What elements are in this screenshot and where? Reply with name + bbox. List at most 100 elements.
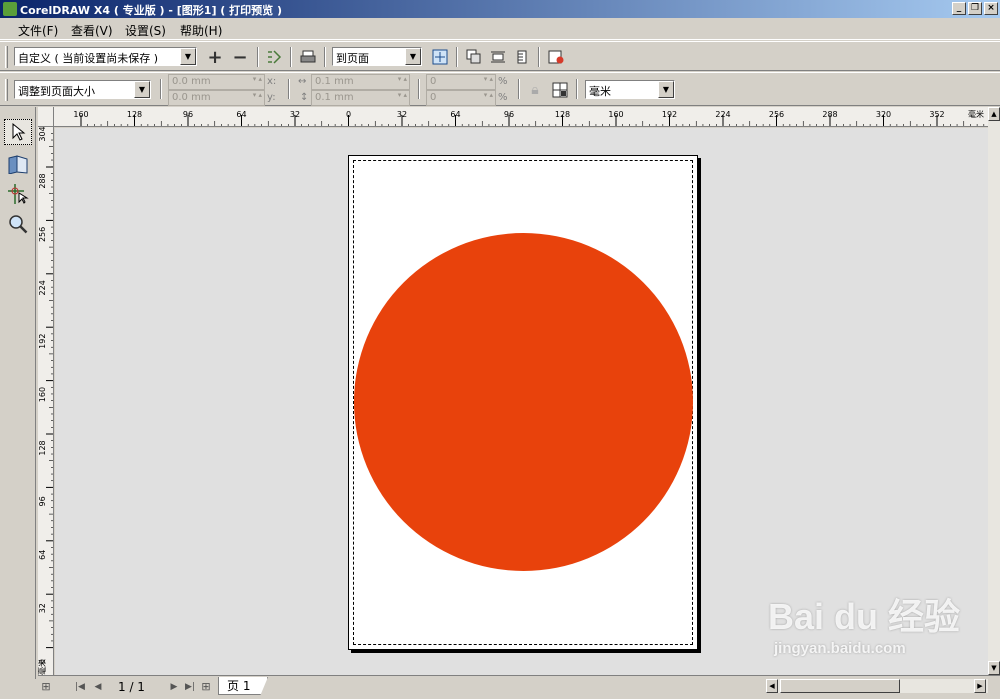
restore-button[interactable]: ❐ (968, 2, 982, 15)
separations-icon (466, 49, 481, 64)
position-x-value: 0.0 mm (172, 76, 211, 87)
magnifier-icon (9, 215, 28, 234)
last-page-button[interactable]: ▶| (184, 680, 196, 694)
horizontal-scroll-thumb[interactable] (780, 679, 900, 693)
ruler-tick-label: 288 (38, 173, 47, 188)
ruler-tick-label: 32 (38, 603, 47, 613)
add-preset-button[interactable]: + (205, 47, 225, 68)
chevron-down-icon[interactable]: ▼ (405, 48, 421, 65)
previous-page-button[interactable]: ◀ (92, 680, 104, 694)
pick-tool[interactable] (4, 119, 32, 145)
position-x-field[interactable]: 0.0 mm ▾ ▴ (168, 74, 265, 90)
size-width-value: 0.1 mm (315, 76, 354, 87)
minus-icon: − (232, 46, 248, 68)
full-screen-button[interactable] (430, 47, 450, 67)
delete-preset-button[interactable]: − (230, 46, 250, 68)
print-options-button[interactable] (264, 47, 284, 67)
scale-y-value: 0 (430, 92, 437, 103)
print-button[interactable] (298, 47, 318, 67)
toolbar-separator (576, 79, 578, 99)
ruler-tick-label: 128 (555, 110, 570, 119)
toolbar-grip[interactable] (5, 46, 8, 68)
separations-button[interactable] (464, 47, 484, 67)
last-page-icon: ▶| (185, 682, 195, 692)
chevron-down-icon[interactable]: ▼ (658, 81, 674, 98)
ruler-tick-label: 352 (929, 110, 944, 119)
page-tab-1[interactable]: 页 1 (218, 677, 268, 695)
zoom-fit-value: 到页面 (336, 52, 369, 65)
spinner-arrows-icon[interactable]: ▾ ▴ (253, 75, 262, 83)
ruler-tick-label: 304 (38, 127, 47, 142)
add-page-before-button[interactable]: ⊞ (40, 680, 52, 694)
close-button[interactable]: × (984, 2, 998, 15)
print-page[interactable] (348, 155, 698, 650)
print-options-icon (268, 50, 282, 64)
scroll-down-button[interactable]: ▼ (988, 661, 1000, 675)
imposition-layout-tool[interactable] (4, 151, 32, 177)
ruler-tick-label: 256 (769, 110, 784, 119)
horizontal-ruler[interactable]: 160 128 96 64 32 0 32 64 96 128 160 192 224 256 288 320… (54, 107, 988, 127)
ruler-tick-label: 64 (38, 550, 47, 560)
tile-icon (552, 82, 568, 98)
chevron-down-icon[interactable]: ▼ (180, 48, 196, 65)
lock-ratio-button[interactable]: 🔒︎ (525, 80, 545, 100)
toolbar-separator (324, 47, 326, 67)
vertical-scrollbar[interactable]: ▲ ▼ (988, 107, 1000, 675)
scale-x-field[interactable]: 0 ▾ ▴ (426, 74, 496, 90)
menu-view[interactable]: 查看(V) (71, 22, 113, 39)
scroll-right-button[interactable]: ▶ (974, 679, 986, 693)
toolbar-grip[interactable] (5, 79, 8, 101)
spinner-arrows-icon[interactable]: ▾ ▴ (398, 91, 407, 99)
spinner-arrows-icon[interactable]: ▾ ▴ (398, 75, 407, 83)
spinner-arrows-icon[interactable]: ▾ ▴ (484, 91, 493, 99)
print-preset-select[interactable]: 自定义 ( 当前设置尚未保存 ) ▼ (14, 47, 197, 66)
zoom-tool[interactable] (4, 211, 32, 237)
minimize-button[interactable]: _ (952, 2, 966, 15)
pointer-arrow-icon (12, 122, 26, 141)
zoom-fit-select[interactable]: 到页面 ▼ (332, 47, 422, 66)
red-circle-shape[interactable] (354, 233, 693, 571)
scroll-left-button[interactable]: ◀ (766, 679, 778, 693)
ruler-tick-label: 288 (822, 110, 837, 119)
units-value: 毫米 (589, 85, 611, 98)
ruler-tick-label: 32 (290, 110, 300, 119)
first-page-icon: |◀ (75, 682, 85, 692)
size-width-field[interactable]: 0.1 mm ▾ ▴ (311, 74, 410, 90)
horizontal-scrollbar[interactable]: ◀ ▶ (766, 679, 988, 693)
position-y-field[interactable]: 0.0 mm ▾ ▴ (168, 90, 265, 106)
spinner-arrows-icon[interactable]: ▾ ▴ (253, 91, 262, 99)
close-preview-button[interactable] (546, 47, 566, 67)
units-select[interactable]: 毫米 ▼ (585, 80, 675, 99)
ruler-tick-label: 96 (183, 110, 193, 119)
ruler-tick-label: 192 (38, 334, 47, 349)
mirror-button[interactable] (512, 47, 532, 67)
spinner-arrows-icon[interactable]: ▾ ▴ (484, 75, 493, 83)
vertical-ruler[interactable]: 304 288 256 224 192 160 128 96 64 32 0 毫米 (38, 127, 54, 675)
marks-placement-tool[interactable] (4, 181, 32, 207)
preview-canvas[interactable] (55, 128, 988, 675)
mirror-icon (517, 50, 527, 64)
ruler-tick-label: 160 (608, 110, 623, 119)
ruler-corner[interactable] (38, 107, 54, 127)
layout-mode-select[interactable]: 调整到页面大小 ▼ (14, 80, 151, 99)
chevron-down-icon[interactable]: ▼ (134, 81, 150, 98)
next-page-button[interactable]: ▶ (168, 680, 180, 694)
size-height-field[interactable]: 0.1 mm ▾ ▴ (311, 90, 410, 106)
invert-button[interactable] (488, 47, 508, 67)
add-page-after-button[interactable]: ⊞ (200, 680, 212, 694)
add-page-icon: ⊞ (201, 680, 211, 693)
ruler-tick-label: 256 (38, 227, 47, 242)
first-page-button[interactable]: |◀ (74, 680, 86, 694)
scale-y-field[interactable]: 0 ▾ ▴ (426, 90, 496, 106)
menu-help[interactable]: 帮助(H) (180, 22, 222, 39)
tile-button[interactable] (550, 80, 570, 100)
menu-file[interactable]: 文件(F) (18, 22, 58, 39)
ruler-tick-label: 224 (38, 280, 47, 295)
menu-settings[interactable]: 设置(S) (125, 22, 166, 39)
toolbar-separator (518, 79, 520, 99)
coreldraw-app-icon[interactable] (3, 2, 17, 16)
toolbar-separator (538, 47, 540, 67)
scroll-up-button[interactable]: ▲ (988, 107, 1000, 121)
toolbox (0, 107, 36, 679)
ruler-tick-label: 64 (450, 110, 460, 119)
